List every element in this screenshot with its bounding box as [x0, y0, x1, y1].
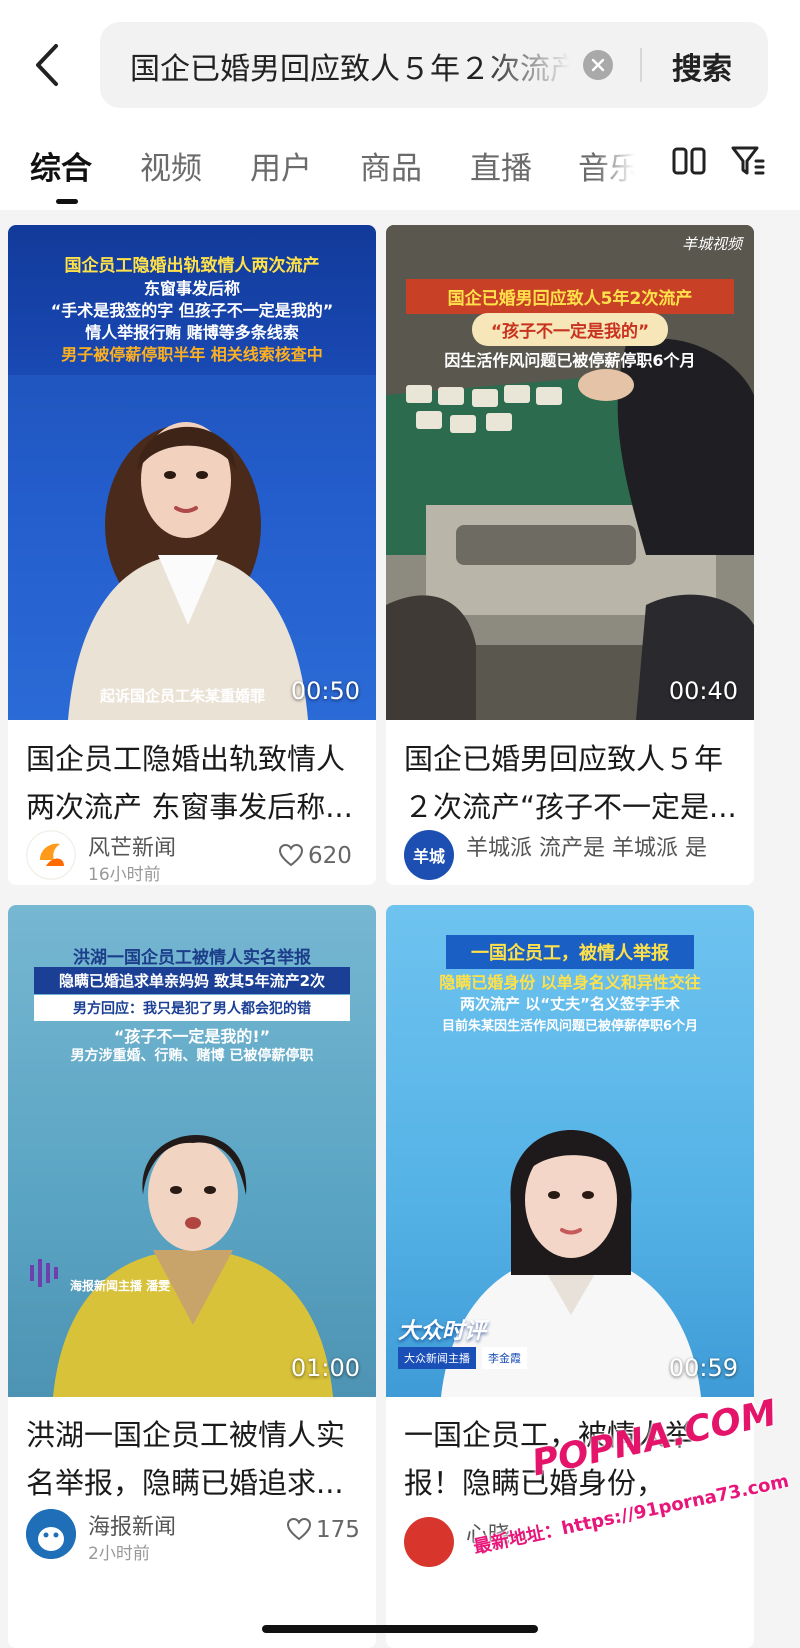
video-thumbnail[interactable]: 羊城视频 国企已婚男回应致人5年2次流产 “孩子不一定是我的” 因生活作风问题已…	[386, 225, 754, 720]
avatar[interactable]	[26, 830, 76, 880]
search-input[interactable]: 国企已婚男回应致人５年２次流产 搜索	[100, 22, 768, 108]
author-name[interactable]: 羊城派 流产是 羊城派 是	[466, 830, 746, 862]
overlay-line: “手术是我签的字 但孩子不一定是我的”	[50, 301, 334, 320]
clear-icon[interactable]	[583, 50, 613, 80]
anchor-caption: 海报新闻主播 潘雯	[70, 1279, 171, 1293]
video-card[interactable]: 羊城视频 国企已婚男回应致人5年2次流产 “孩子不一定是我的” 因生活作风问题已…	[386, 225, 754, 885]
brand-caption: 大众时评	[398, 1319, 487, 1344]
avatar[interactable]	[404, 1517, 454, 1567]
video-thumbnail[interactable]: 国企员工隐婚出轨致情人两次流产 东窗事发后称 “手术是我签的字 但孩子不一定是我…	[8, 225, 376, 720]
overlay-line: 男方回应：我只是犯了男人都会犯的错	[34, 995, 350, 1021]
heart-icon	[278, 843, 304, 867]
filter-icon[interactable]	[730, 144, 766, 178]
overlay-line: 因生活作风问题已被停薪停职6个月	[444, 351, 696, 370]
tab-products[interactable]: 商品	[360, 143, 422, 188]
tab-users[interactable]: 用户	[250, 143, 312, 188]
tab-comprehensive[interactable]: 综合	[30, 143, 92, 188]
overlay-line: 目前朱某因生活作风问题已被停薪停职6个月	[441, 1019, 699, 1034]
video-thumbnail[interactable]: 一国企员工，被情人举报 隐瞒已婚身份 以单身名义和异性交往 两次流产 以“丈夫”…	[386, 905, 754, 1397]
overlay-headline: 一国企员工，被情人举报	[446, 935, 694, 969]
anchor-caption: 大众新闻主播	[398, 1347, 476, 1369]
video-card[interactable]: 国企员工隐婚出轨致情人两次流产 东窗事发后称 “手术是我签的字 但孩子不一定是我…	[8, 225, 376, 885]
video-thumbnail[interactable]: 洪湖一国企员工被情人实名举报 隐瞒已婚追求单亲妈妈 致其5年流产2次 男方回应：…	[8, 905, 376, 1397]
search-query-text[interactable]: 国企已婚男回应致人５年２次流产	[130, 44, 570, 88]
tab-music[interactable]: 音乐	[578, 143, 638, 188]
overlay-line: 两次流产 以“丈夫”名义签字手术	[460, 995, 680, 1013]
tab-active-indicator	[56, 199, 78, 204]
tab-live[interactable]: 直播	[470, 143, 532, 188]
avatar[interactable]: 羊城	[404, 830, 454, 880]
overlay-headline: 国企员工隐婚出轨致情人两次流产	[64, 256, 320, 276]
video-duration: 00:50	[290, 677, 360, 705]
search-button[interactable]: 搜索	[672, 44, 732, 88]
dual-column-icon[interactable]	[672, 146, 706, 176]
overlay-line: 情人举报行贿 赌博等多条线索	[85, 323, 299, 342]
overlay-line: 男方涉重婚、行贿、赌博 已被停薪停职	[70, 1048, 314, 1064]
avatar[interactable]	[26, 1509, 76, 1559]
overlay-headline: 国企已婚男回应致人5年2次流产	[406, 279, 734, 314]
search-header: 国企已婚男回应致人５年２次流产 搜索	[0, 0, 800, 135]
like-count[interactable]: 175	[286, 1517, 360, 1543]
video-title[interactable]: 国企已婚男回应致人５年２次流产“孩子不一定是...	[404, 735, 740, 831]
tab-video[interactable]: 视频	[140, 143, 202, 188]
author-info[interactable]: 羊城 羊城派 流产是 羊城派 是	[404, 830, 744, 882]
video-title[interactable]: 洪湖一国企员工被情人实名举报，隐瞒已婚追求...	[26, 1411, 362, 1507]
overlay-quote: “孩子不一定是我的”	[472, 313, 668, 346]
like-number: 175	[316, 1517, 360, 1543]
video-duration: 00:40	[668, 677, 738, 705]
post-time: 16小时前	[88, 865, 161, 885]
post-time: 2小时前	[88, 1544, 150, 1564]
avatar-text: 羊城	[412, 847, 445, 866]
author-name[interactable]: 海报新闻	[88, 1509, 176, 1541]
heart-icon	[286, 1517, 312, 1541]
anchor-name: 李金霞	[482, 1347, 527, 1369]
video-card[interactable]: 洪湖一国企员工被情人实名举报 隐瞒已婚追求单亲妈妈 致其5年流产2次 男方回应：…	[8, 905, 376, 1648]
overlay-line: 隐瞒已婚追求单亲妈妈 致其5年流产2次	[34, 967, 350, 994]
video-title[interactable]: 国企员工隐婚出轨致情人两次流产 东窗事发后称...	[26, 735, 362, 831]
like-number: 620	[308, 843, 352, 869]
overlay-line: 东窗事发后称	[143, 279, 240, 298]
overlay-line: 隐瞒已婚身份 以单身名义和异性交往	[439, 973, 701, 992]
overlay-quote: “孩子不一定是我的!”	[113, 1027, 271, 1046]
video-duration: 00:59	[668, 1354, 738, 1382]
overlay-headline: 洪湖一国企员工被情人实名举报	[73, 948, 311, 968]
overlay-line: 男子被停薪停职半年 相关线索核查中	[61, 345, 323, 364]
video-duration: 01:00	[290, 1354, 360, 1382]
search-divider	[640, 48, 642, 82]
author-name[interactable]: 风芒新闻	[88, 830, 176, 862]
back-chevron-icon[interactable]	[28, 40, 68, 90]
bottom-caption: 起诉国企员工朱某重婚罪	[100, 687, 266, 705]
home-indicator[interactable]	[262, 1625, 538, 1633]
like-count[interactable]: 620	[278, 843, 352, 869]
channel-logo: 羊城视频	[681, 235, 742, 253]
